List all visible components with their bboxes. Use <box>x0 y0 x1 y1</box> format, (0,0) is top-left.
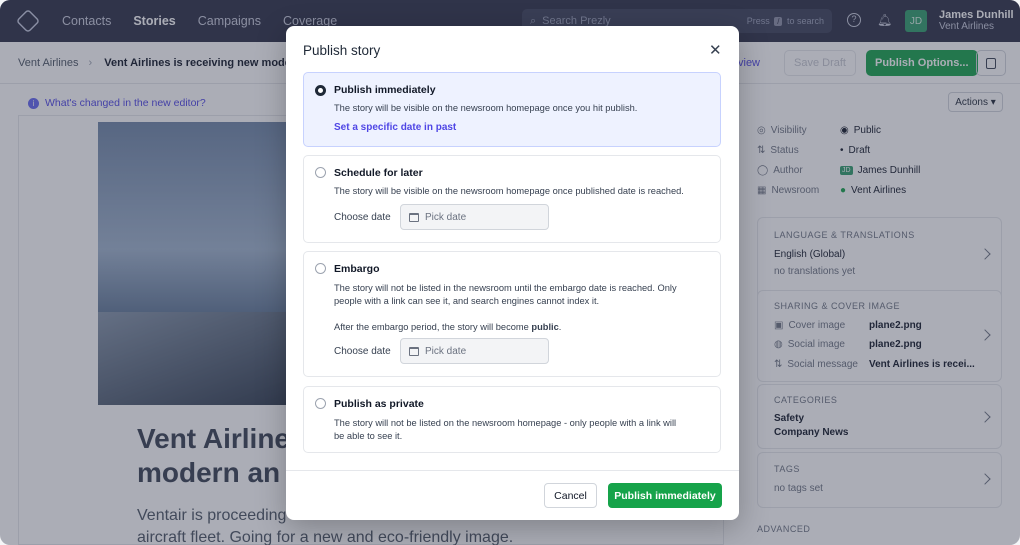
option-publish-private[interactable]: Publish as private The story will not be… <box>303 386 721 453</box>
radio-schedule-later[interactable] <box>315 167 326 178</box>
cancel-button[interactable]: Cancel <box>544 483 597 508</box>
option-description-line-2: be able to see it. <box>334 431 403 441</box>
option-embargo[interactable]: Embargo The story will not be listed in … <box>303 251 721 377</box>
embargo-date-picker[interactable]: Pick date <box>400 338 549 364</box>
publish-immediately-button[interactable]: Publish immediately <box>608 483 722 508</box>
option-publish-immediately[interactable]: Publish immediately The story will be vi… <box>303 72 721 147</box>
pick-date-placeholder: Pick date <box>425 211 467 223</box>
choose-date-label: Choose date <box>334 212 391 223</box>
set-date-in-past-link[interactable]: Set a specific date in past <box>334 122 456 133</box>
modal-title: Publish story <box>303 43 381 58</box>
option-description-line-1: The story will not be listed in the news… <box>334 283 677 293</box>
option-description: The story will be visible on the newsroo… <box>334 103 638 113</box>
option-description-line-2: people with a link can see it, and searc… <box>334 296 600 306</box>
calendar-icon <box>409 212 419 222</box>
pick-date-placeholder: Pick date <box>425 345 467 357</box>
option-description-line-1: The story will not be listed on the news… <box>334 418 677 428</box>
option-title: Schedule for later <box>334 167 423 179</box>
app-window: Contacts Stories Campaigns Coverage ⌕ Se… <box>0 0 1020 545</box>
embargo-after-text: After the embargo period, the story will… <box>334 322 562 332</box>
modal-footer-divider <box>286 470 739 471</box>
radio-publish-immediately[interactable] <box>315 85 326 96</box>
schedule-date-picker[interactable]: Pick date <box>400 204 549 230</box>
option-title: Publish immediately <box>334 84 436 96</box>
option-description: The story will be visible on the newsroo… <box>334 186 684 196</box>
close-icon[interactable]: ✕ <box>709 41 722 59</box>
choose-date-label: Choose date <box>334 346 391 357</box>
publish-story-modal: Publish story ✕ Publish immediately The … <box>286 26 739 520</box>
option-schedule-later[interactable]: Schedule for later The story will be vis… <box>303 155 721 243</box>
option-title: Publish as private <box>334 398 424 410</box>
option-title: Embargo <box>334 263 380 275</box>
radio-publish-private[interactable] <box>315 398 326 409</box>
calendar-icon <box>409 346 419 356</box>
radio-embargo[interactable] <box>315 263 326 274</box>
